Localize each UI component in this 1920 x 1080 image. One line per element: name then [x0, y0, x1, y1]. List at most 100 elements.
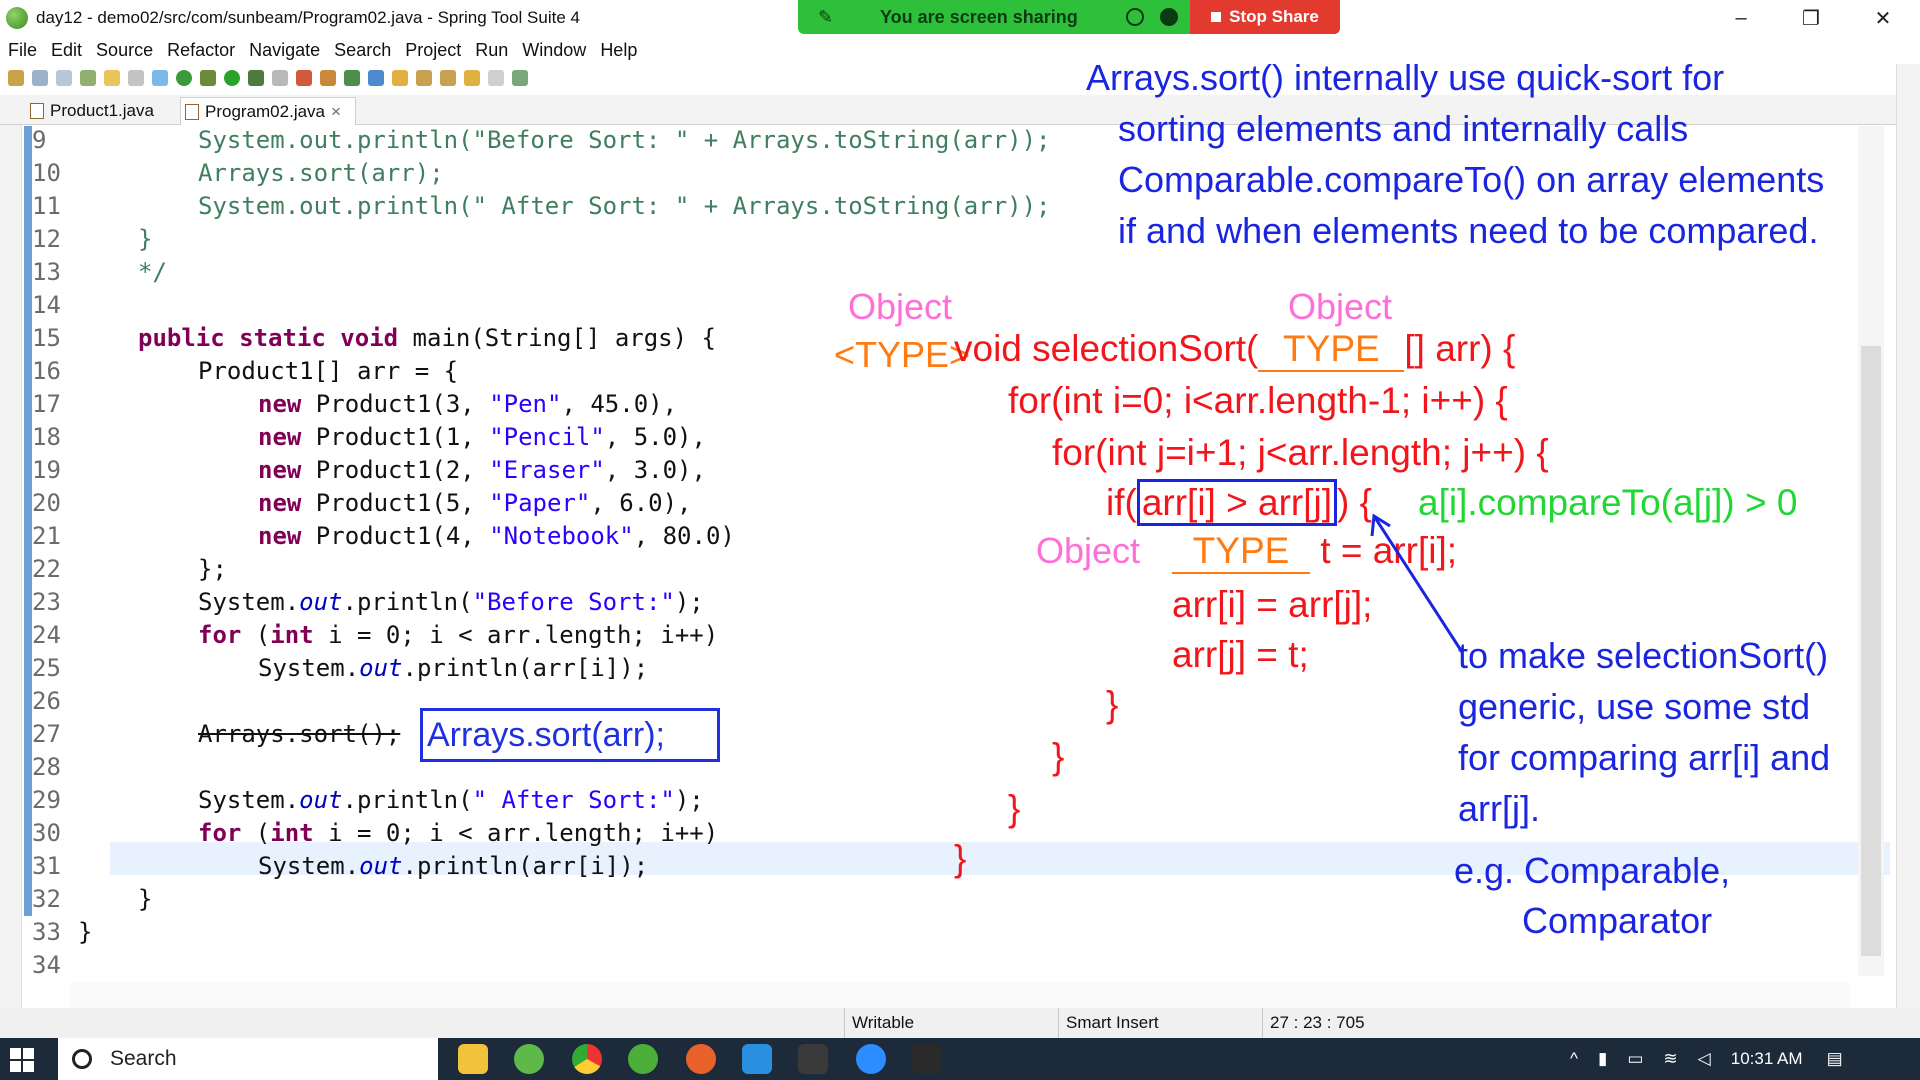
windows-start-button[interactable] [10, 1048, 34, 1072]
line-number: 20 [32, 489, 61, 517]
code-line-31: System.out.println(arr[i]); [258, 852, 649, 880]
status-divider [1058, 1008, 1059, 1038]
debug-icon[interactable] [176, 70, 192, 86]
bug-icon[interactable] [200, 70, 216, 86]
vscode-icon[interactable] [742, 1044, 772, 1074]
prev-annotation-icon[interactable] [440, 70, 456, 86]
java-file-icon [30, 103, 44, 119]
system-tray: ^ ▮ ▭ ≋ ◁ 10:31 AM ▤ [1570, 1038, 1843, 1080]
status-mode: Writable [852, 1013, 915, 1032]
edit-icon[interactable] [104, 70, 120, 86]
next-annotation-icon[interactable] [416, 70, 432, 86]
maximize-button[interactable]: ❐ [1780, 0, 1842, 36]
code-line-15: public static void main(String[] args) { [138, 324, 716, 352]
close-button[interactable]: ✕ [1852, 0, 1914, 36]
note-line: to make selectionSort() [1458, 635, 1829, 676]
microphone-icon[interactable]: ▮ [1598, 1049, 1607, 1069]
package-icon[interactable] [320, 70, 336, 86]
tab-product1[interactable]: Product1.java [26, 97, 176, 125]
toggle-icon[interactable] [128, 70, 144, 86]
pause-icon[interactable] [1126, 8, 1144, 26]
pencil-icon[interactable]: ✎ [818, 8, 836, 26]
volume-icon[interactable]: ◁ [1698, 1049, 1711, 1069]
wifi-icon[interactable]: ≋ [1663, 1049, 1677, 1069]
tab-program02[interactable]: Program02.java × [180, 97, 356, 125]
line-number: 29 [32, 786, 61, 814]
status-divider [844, 1008, 845, 1038]
firefox-icon[interactable] [686, 1044, 716, 1074]
window-title: day12 - demo02/src/com/sunbeam/Program02… [36, 8, 580, 27]
line-number: 19 [32, 456, 61, 484]
scroll-thumb[interactable] [1861, 346, 1881, 956]
tab-label: Product1.java [50, 101, 154, 120]
code-line-18: new Product1(1, "Pencil", 5.0), [258, 423, 706, 451]
line-number: 15 [32, 324, 61, 352]
line-number: 14 [32, 291, 61, 319]
code-line-21: new Product1(4, "Notebook", 80.0) [258, 522, 735, 550]
spring-icon[interactable] [628, 1044, 658, 1074]
new-icon[interactable] [8, 70, 24, 86]
taskbar-search[interactable]: Search [58, 1038, 438, 1080]
search-toolbar-icon[interactable] [392, 70, 408, 86]
code-line-20: new Product1(5, "Paper", 6.0), [258, 489, 692, 517]
open-type-icon[interactable] [368, 70, 384, 86]
save-all-icon[interactable] [56, 70, 72, 86]
menu-refactor[interactable]: Refactor [167, 40, 235, 61]
closing-brace: } [954, 838, 967, 879]
menu-file[interactable]: File [8, 40, 37, 61]
shield-icon[interactable] [1160, 8, 1178, 26]
stop-share-button[interactable]: Stop Share [1190, 0, 1340, 34]
menu-window[interactable]: Window [522, 40, 586, 61]
spring-tool-suite-taskbar-icon[interactable] [514, 1044, 544, 1074]
spring-icon[interactable] [80, 70, 96, 86]
class-icon[interactable] [344, 70, 360, 86]
menu-navigate[interactable]: Navigate [249, 40, 320, 61]
external-tools-icon[interactable] [296, 70, 312, 86]
line-number: 18 [32, 423, 61, 451]
pin-editor-icon[interactable] [512, 70, 528, 86]
menu-project[interactable]: Project [405, 40, 461, 61]
save-icon[interactable] [32, 70, 48, 86]
code-line-13: */ [138, 258, 167, 286]
search-placeholder: Search [110, 1047, 177, 1070]
tab-close-icon[interactable]: × [331, 102, 341, 122]
menu-source[interactable]: Source [96, 40, 153, 61]
stop-icon[interactable] [272, 70, 288, 86]
swap-line-2: arr[j] = t; [1172, 634, 1309, 675]
vertical-scrollbar[interactable] [1858, 126, 1884, 976]
console-icon[interactable] [152, 70, 168, 86]
menu-help[interactable]: Help [600, 40, 637, 61]
menu-run[interactable]: Run [475, 40, 508, 61]
compare-to-expression: a[i].compareTo(a[j]) > 0 [1418, 482, 1798, 523]
clock[interactable]: 10:31 AM [1731, 1049, 1803, 1069]
boxed-fix-annotation: Arrays.sort(arr); [420, 708, 720, 762]
stop-icon [1211, 12, 1222, 22]
status-position: 27 : 23 : 705 [1270, 1013, 1365, 1032]
sharing-status-text: You are screen sharing [880, 6, 1078, 27]
console-icon[interactable] [912, 1044, 942, 1074]
chrome-icon[interactable] [572, 1044, 602, 1074]
menu-edit[interactable]: Edit [51, 40, 82, 61]
back-icon[interactable] [464, 70, 480, 86]
coverage-icon[interactable] [248, 70, 264, 86]
minimize-button[interactable]: – [1710, 0, 1772, 36]
windows-taskbar: Search ^ ▮ ▭ ≋ ◁ 10:31 AM ▤ [0, 1038, 1920, 1080]
code-line-24: for (int i = 0; i < arr.length; i++) [198, 621, 719, 649]
object-label: Object [1288, 286, 1393, 327]
notification-icon[interactable]: ▤ [1827, 1049, 1843, 1069]
forward-icon[interactable] [488, 70, 504, 86]
if-statement: if(arr[i] > arr[j]) { [1106, 479, 1372, 526]
line-number: 21 [32, 522, 61, 550]
chevron-up-icon[interactable]: ^ [1570, 1049, 1578, 1069]
overview-ruler [24, 126, 32, 916]
line-number: 33 [32, 918, 61, 946]
zoom-icon[interactable] [856, 1044, 886, 1074]
run-icon[interactable] [224, 70, 240, 86]
battery-icon[interactable]: ▭ [1627, 1049, 1643, 1069]
terminal-icon[interactable] [798, 1044, 828, 1074]
status-insert: Smart Insert [1066, 1013, 1159, 1032]
note-generic: to make selectionSort() generic, use som… [1458, 630, 1830, 834]
file-explorer-icon[interactable] [458, 1044, 488, 1074]
horizontal-scrollbar[interactable] [70, 982, 1850, 1008]
menu-search[interactable]: Search [334, 40, 391, 61]
